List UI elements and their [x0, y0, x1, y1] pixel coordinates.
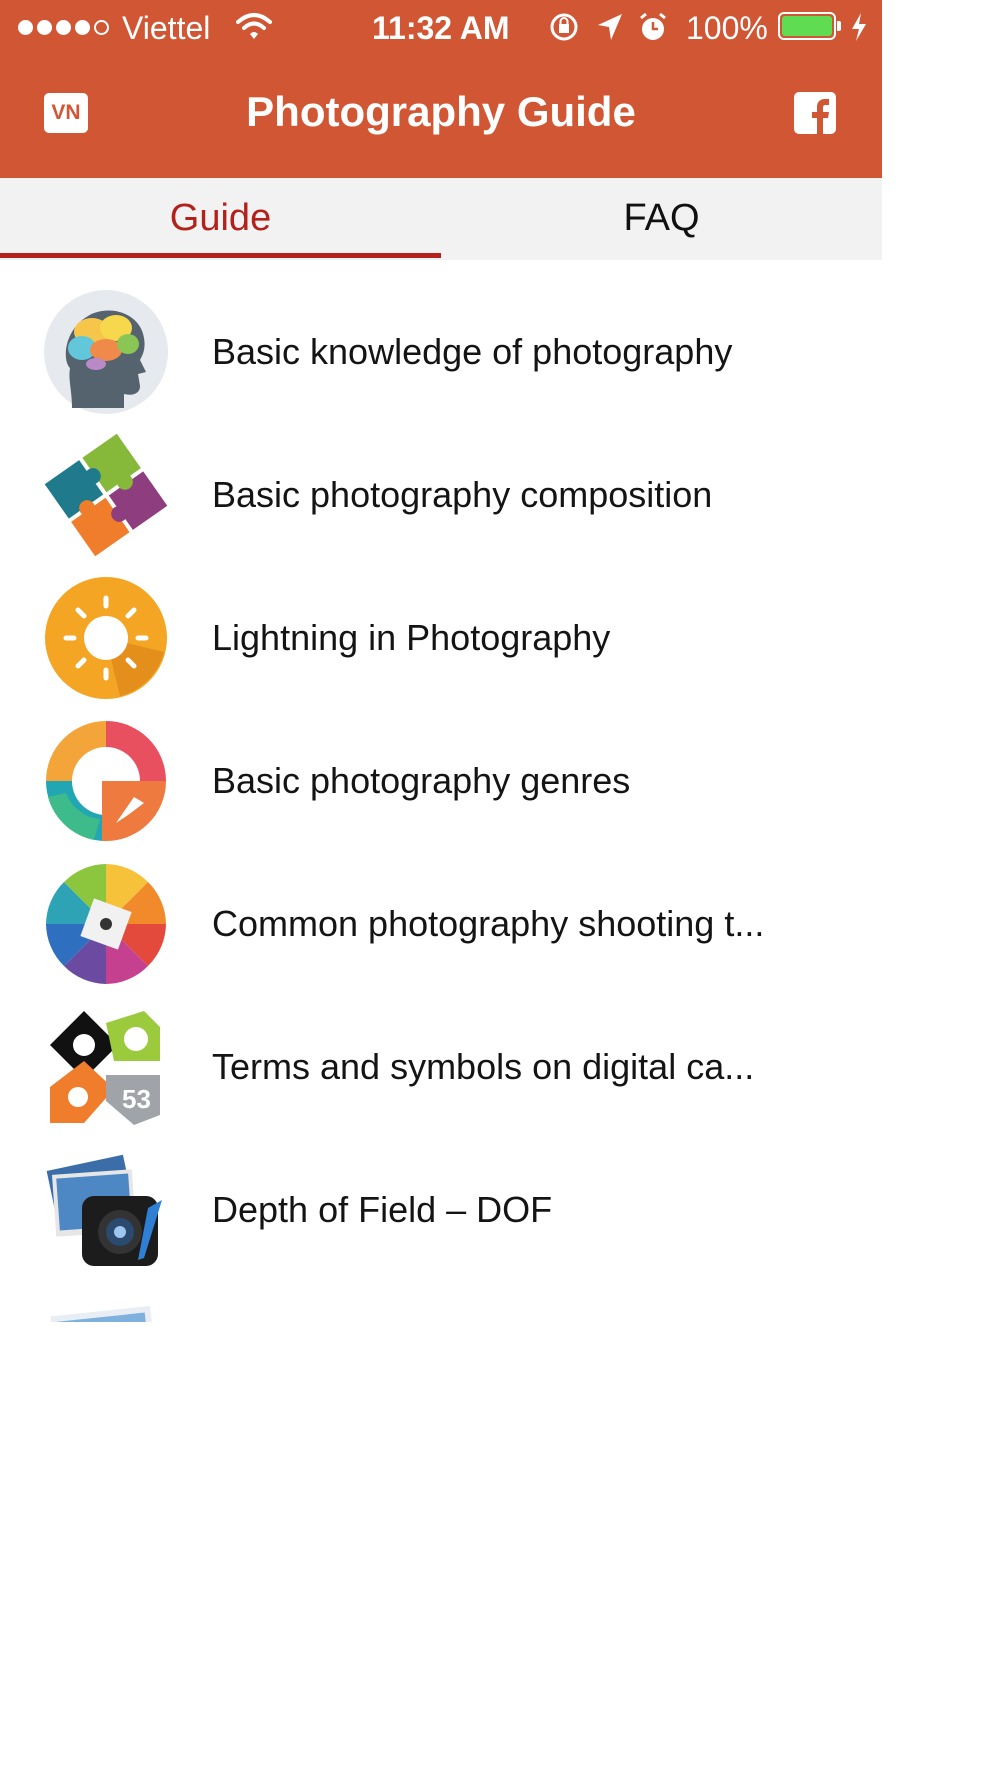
page-title: Photography Guide	[246, 88, 636, 135]
list-item[interactable]: Depth of Field – DOF	[0, 1138, 882, 1281]
status-time: 11:32 AM	[372, 10, 510, 46]
sun-icon	[45, 577, 167, 699]
carrier-name: Viettel	[122, 10, 211, 46]
camera-photos-icon	[46, 1154, 162, 1266]
active-tab-indicator	[0, 253, 441, 258]
list-item-label: Basic photography genres	[212, 760, 631, 801]
list-item[interactable]: Lightning in Photography	[0, 566, 882, 709]
list-item-label: Terms and symbols on digital ca...	[212, 1046, 755, 1087]
signal-icon	[18, 20, 109, 35]
puzzle-icon	[44, 433, 168, 557]
rotation-lock-icon	[550, 13, 578, 41]
battery-percent: 100%	[686, 10, 768, 46]
app-screen: Viettel 11:32 AM 100% VN Photography Gui…	[0, 0, 882, 1778]
list-item-label: Depth of Field – DOF	[212, 1189, 553, 1230]
battery-icon	[778, 12, 836, 40]
tab-bar: Guide FAQ	[0, 178, 882, 260]
photos-icon	[50, 1305, 158, 1322]
list-item-label: Basic photography composition	[212, 474, 713, 515]
genres-bird-icon	[46, 721, 166, 841]
camera-symbols-icon: 53	[50, 1011, 160, 1125]
tab-guide[interactable]: Guide	[0, 178, 441, 260]
brain-head-icon	[44, 290, 168, 414]
list-item-label	[212, 1281, 842, 1322]
location-arrow-icon	[598, 14, 622, 40]
guide-list: Basic knowledge of photography Basic pho…	[0, 280, 882, 1322]
tab-faq[interactable]: FAQ	[441, 178, 882, 260]
facebook-icon[interactable]	[794, 92, 836, 134]
list-item[interactable]: Common photography shooting t...	[0, 852, 882, 995]
header-bar: Viettel 11:32 AM 100% VN Photography Gui…	[0, 0, 882, 178]
charging-bolt-icon	[852, 13, 866, 41]
list-item[interactable]: Basic knowledge of photography	[0, 280, 882, 423]
color-wheel-icon	[46, 864, 166, 984]
wifi-icon	[236, 13, 272, 39]
list-item-label: Common photography shooting t...	[212, 903, 765, 944]
list-item[interactable]	[0, 1281, 882, 1322]
list-item-label: Lightning in Photography	[212, 617, 611, 658]
list-item[interactable]: Basic photography genres	[0, 709, 882, 852]
alarm-icon	[640, 12, 666, 40]
list-item[interactable]: Basic photography composition	[0, 423, 882, 566]
svg-text:53: 53	[122, 1084, 151, 1114]
list-item[interactable]: 53 Terms and symbols on digital ca...	[0, 995, 882, 1138]
status-bar: Viettel 11:32 AM 100%	[0, 0, 882, 58]
list-item-label: Basic knowledge of photography	[212, 331, 733, 372]
